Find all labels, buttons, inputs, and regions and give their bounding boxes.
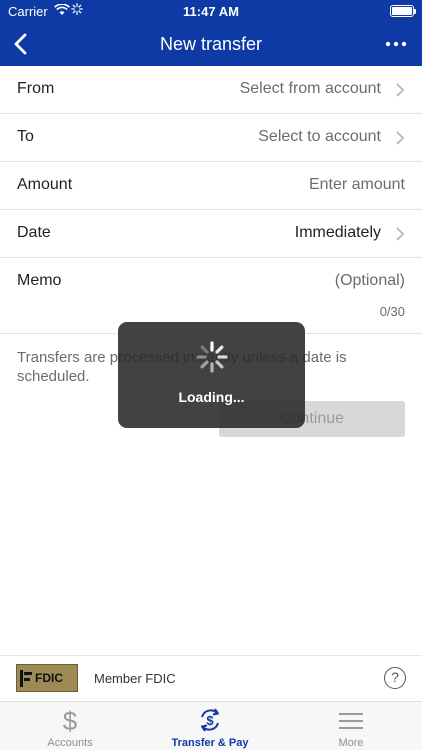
date-label: Date	[17, 224, 51, 241]
tab-label: Accounts	[47, 737, 93, 749]
loading-spinner-icon	[195, 340, 229, 374]
tab-transfer-pay[interactable]: $ Transfer & Pay	[140, 702, 280, 750]
from-account-select[interactable]: Select from account	[240, 80, 381, 98]
fdic-logo-text: FDIC	[35, 671, 63, 685]
member-fdic-text: Member FDIC	[94, 671, 176, 686]
tab-bar: $ Accounts $ Transfer & Pay More	[0, 701, 422, 750]
date-row[interactable]: Date Immediately	[0, 210, 422, 258]
to-label: To	[17, 128, 34, 145]
chevron-right-icon	[396, 131, 405, 145]
battery-icon	[390, 5, 416, 17]
menu-icon	[337, 706, 365, 734]
loading-overlay: Loading...	[118, 322, 305, 428]
chevron-right-icon	[396, 227, 405, 241]
help-icon[interactable]: ?	[384, 667, 406, 689]
memo-char-counter: 0/30	[379, 304, 405, 319]
fdic-logo: FDIC	[16, 664, 78, 692]
amount-input[interactable]: Enter amount	[309, 176, 405, 194]
transfer-form: From Select from account To Select to ac…	[0, 66, 422, 334]
svg-text:$: $	[63, 706, 78, 734]
amount-row: Amount Enter amount	[0, 162, 422, 210]
transfer-pay-icon: $	[196, 706, 224, 734]
from-account-row[interactable]: From Select from account	[0, 66, 422, 114]
to-account-select[interactable]: Select to account	[258, 128, 381, 146]
status-bar: Carrier 11:47 AM	[0, 0, 422, 22]
footer: FDIC Member FDIC ?	[0, 655, 422, 701]
from-label: From	[17, 80, 55, 97]
tab-label: More	[338, 737, 364, 749]
memo-input[interactable]: (Optional)	[335, 272, 405, 290]
fdic-mark-icon	[20, 670, 32, 687]
loading-text: Loading...	[178, 389, 245, 405]
dollar-icon: $	[56, 706, 84, 736]
amount-label: Amount	[17, 176, 73, 193]
date-select[interactable]: Immediately	[295, 224, 381, 242]
memo-label: Memo	[17, 272, 62, 289]
page-title: New transfer	[159, 34, 263, 54]
to-account-row[interactable]: To Select to account	[0, 114, 422, 162]
tab-accounts[interactable]: $ Accounts	[0, 702, 140, 750]
nav-bar: New transfer	[0, 22, 422, 66]
chevron-right-icon	[396, 83, 405, 97]
svg-text:$: $	[206, 713, 214, 728]
status-time: 11:47 AM	[183, 4, 239, 19]
ellipsis-icon[interactable]	[384, 30, 408, 58]
tab-label: Transfer & Pay	[171, 737, 249, 749]
tab-more[interactable]: More	[281, 702, 421, 750]
